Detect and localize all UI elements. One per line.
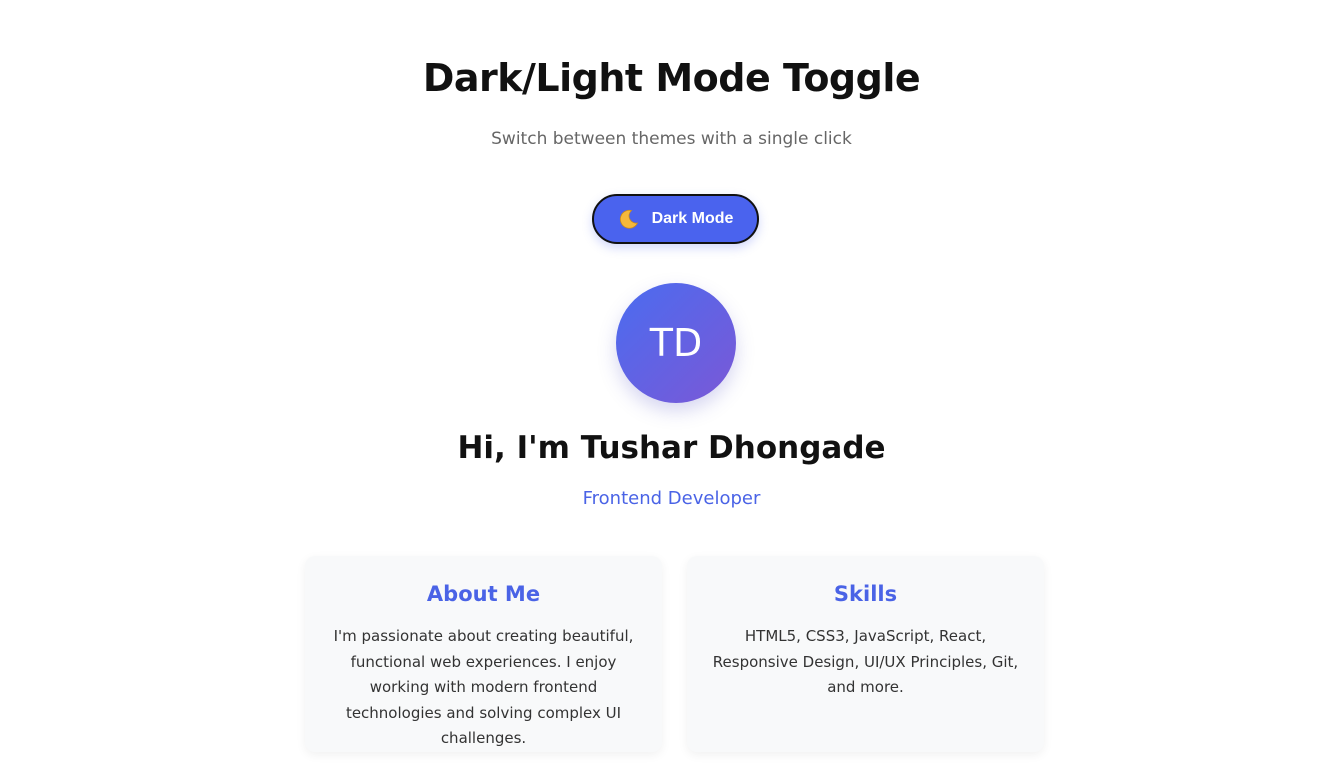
profile-name: Hi, I'm Tushar Dhongade (457, 430, 886, 466)
theme-toggle-label: Dark Mode (651, 210, 734, 227)
about-card: About Me I'm passionate about creating b… (305, 556, 662, 752)
profile-role: Frontend Developer (582, 488, 761, 509)
about-card-text: I'm passionate about creating beautiful,… (333, 627, 634, 747)
page: Dark/Light Mode Toggle Switch between th… (0, 0, 1343, 767)
page-subtitle: Switch between themes with a single clic… (491, 129, 852, 149)
avatar-initials: TD (649, 321, 703, 365)
theme-toggle-button[interactable]: Dark Mode (592, 194, 759, 244)
skills-card-text: HTML5, CSS3, JavaScript, React, Responsi… (712, 627, 1019, 696)
avatar: TD (616, 283, 736, 403)
moon-icon (618, 208, 640, 230)
skills-card-title: Skills (833, 582, 898, 606)
skills-card: Skills HTML5, CSS3, JavaScript, React, R… (687, 556, 1044, 752)
page-title: Dark/Light Mode Toggle (422, 56, 921, 100)
about-card-title: About Me (426, 582, 541, 606)
